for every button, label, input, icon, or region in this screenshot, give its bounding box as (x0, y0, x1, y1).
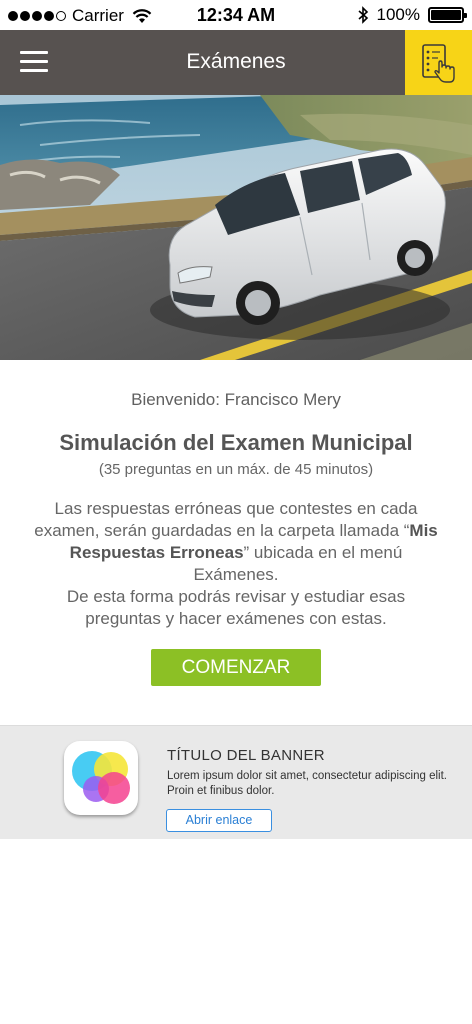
exam-list-button[interactable] (405, 30, 472, 95)
checklist-hand-icon (421, 43, 455, 83)
description-part-1: Las respuestas erróneas que contestes en… (34, 499, 418, 540)
game-center-bubbles-icon[interactable] (64, 741, 138, 815)
bluetooth-icon (357, 6, 368, 24)
nav-bar: Exámenes (0, 30, 472, 95)
promo-banner: TÍTULO DEL BANNER Lorem ipsum dolor sit … (0, 725, 472, 839)
welcome-text: Bienvenido: Francisco Mery (131, 390, 341, 409)
status-bar: Carrier 12:34 AM 100% (0, 0, 472, 30)
exam-title: Simulación del Examen Municipal (59, 430, 413, 455)
hero-image (0, 95, 472, 360)
battery-icon (428, 7, 467, 23)
status-right: 100% (357, 5, 467, 25)
battery-percent: 100% (376, 5, 420, 24)
banner-title: TÍTULO DEL BANNER (167, 747, 325, 764)
main-content: Bienvenido: Francisco Mery Simulación de… (0, 360, 472, 725)
car-on-coast-illustration (0, 95, 472, 360)
start-button[interactable]: COMENZAR (151, 649, 321, 686)
exam-subtitle: (35 preguntas en un máx. de 45 minutos) (98, 461, 374, 478)
page-title: Exámenes (186, 50, 286, 73)
open-link-button[interactable]: Abrir enlace (166, 809, 272, 832)
exam-description: Las respuestas erróneas que contestes en… (30, 498, 442, 630)
description-part-3: De esta forma podrás revisar y estudiar … (66, 587, 406, 628)
banner-text: Lorem ipsum dolor sit amet, consectetur … (167, 770, 447, 797)
